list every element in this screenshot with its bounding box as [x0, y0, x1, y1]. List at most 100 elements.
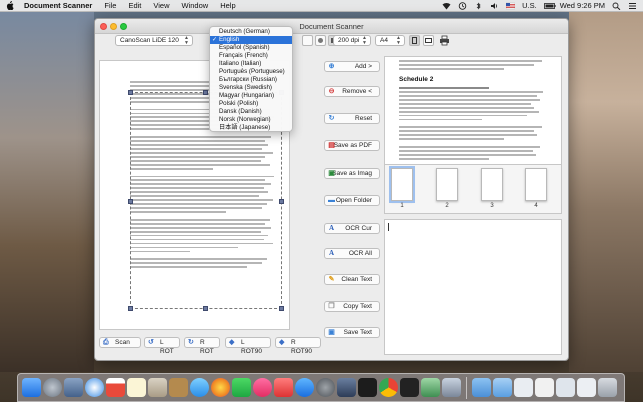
reset-button[interactable]: ↻ Reset: [324, 113, 380, 124]
terminal-icon[interactable]: [358, 378, 377, 397]
input-source-label[interactable]: U.S.: [522, 1, 537, 10]
recent-document-icon[interactable]: [556, 378, 575, 397]
ocr-all-button[interactable]: A OCR All: [324, 248, 380, 259]
facetime-icon[interactable]: [232, 378, 251, 397]
trash-icon[interactable]: [598, 378, 617, 397]
language-button[interactable]: [302, 35, 313, 46]
save-text-button[interactable]: ▣ Save Text: [324, 327, 380, 338]
rotate-right-90-button[interactable]: ◆ R ROT90: [275, 337, 321, 355]
scan-button[interactable]: ⎙ Scan: [99, 337, 141, 348]
page-thumbnail[interactable]: [389, 166, 415, 203]
app-store-icon[interactable]: [295, 378, 314, 397]
time-machine-icon[interactable]: [458, 1, 467, 10]
launchpad-icon[interactable]: [43, 378, 62, 397]
finder-icon[interactable]: [22, 378, 41, 397]
crop-handle-right[interactable]: [279, 199, 284, 204]
unity-icon[interactable]: [400, 378, 419, 397]
language-option-hungarian[interactable]: Magyar (Hungarian): [210, 92, 292, 100]
image-tool-icon[interactable]: [442, 378, 461, 397]
ibooks-icon[interactable]: [274, 378, 293, 397]
recent-document-icon[interactable]: [535, 378, 554, 397]
language-option-norwegian[interactable]: Norsk (Norwegian): [210, 116, 292, 124]
copy-text-button[interactable]: ❐ Copy Text: [324, 301, 380, 312]
language-option-japanese[interactable]: 日本語 (Japanese): [210, 124, 292, 132]
recent-document-icon[interactable]: [514, 378, 533, 397]
crop-handle-left[interactable]: [128, 199, 133, 204]
language-option-swedish[interactable]: Svenska (Swedish): [210, 84, 292, 92]
image-capture-icon[interactable]: [64, 378, 83, 397]
page-thumbnail[interactable]: [481, 168, 503, 201]
menu-file[interactable]: File: [104, 1, 116, 10]
open-folder-button[interactable]: ▬ Open Folder: [324, 195, 380, 206]
rotate-left-button[interactable]: ↺ L ROT: [144, 337, 180, 355]
language-option-portuguese[interactable]: Português (Portuguese): [210, 68, 292, 76]
color-mode-button[interactable]: [315, 35, 326, 46]
crop-handle-bottom-right[interactable]: [279, 306, 284, 311]
rotate-left-90-label: L ROT90: [241, 339, 262, 355]
bluetooth-icon[interactable]: [474, 2, 483, 10]
page-thumbnail[interactable]: [436, 168, 458, 201]
dpi-select[interactable]: 200 dpi ▲ ▼: [333, 35, 371, 46]
calendar-icon[interactable]: [106, 378, 125, 397]
menu-window[interactable]: Window: [182, 1, 209, 10]
spotlight-icon[interactable]: [612, 2, 621, 10]
documents-folder-icon[interactable]: [493, 378, 512, 397]
menu-view[interactable]: View: [153, 1, 169, 10]
language-option-russian[interactable]: Български (Russian): [210, 76, 292, 84]
applications-folder-icon[interactable]: [472, 378, 491, 397]
ocr-current-button[interactable]: A OCR Cur: [324, 223, 380, 234]
menu-edit[interactable]: Edit: [128, 1, 141, 10]
window-titlebar[interactable]: Document Scanner: [95, 19, 568, 34]
crop-handle-bottom-left[interactable]: [128, 306, 133, 311]
contacts-icon[interactable]: [169, 378, 188, 397]
notes-icon[interactable]: [127, 378, 146, 397]
crop-handle-top-left[interactable]: [128, 90, 133, 95]
notification-center-icon[interactable]: [628, 2, 637, 10]
portrait-button[interactable]: [409, 35, 420, 46]
safari-icon[interactable]: [85, 378, 104, 397]
messages-icon[interactable]: [190, 378, 209, 397]
menubar-clock[interactable]: Wed 9:26 PM: [560, 1, 605, 10]
paper-size-select[interactable]: A4 ▲ ▼: [375, 35, 405, 46]
language-option-spanish[interactable]: Español (Spanish): [210, 44, 292, 52]
language-option-french[interactable]: Français (French): [210, 52, 292, 60]
language-option-italian[interactable]: Italiano (Italian): [210, 60, 292, 68]
close-window-button[interactable]: [100, 23, 107, 30]
xcode-icon[interactable]: [337, 378, 356, 397]
remove-button[interactable]: ⊖ Remove <: [324, 86, 380, 97]
language-option-danish[interactable]: Dansk (Danish): [210, 108, 292, 116]
photos-icon[interactable]: [211, 378, 230, 397]
language-option-english[interactable]: ✓ English: [210, 36, 292, 44]
zoom-window-button[interactable]: [120, 23, 127, 30]
crop-handle-bottom[interactable]: [203, 306, 208, 311]
print-icon[interactable]: [439, 35, 450, 46]
landscape-button[interactable]: [423, 35, 434, 46]
scanner-select[interactable]: CanoScan LiDE 120 ▲ ▼: [115, 35, 193, 46]
ocr-text-area[interactable]: [384, 219, 562, 355]
save-as-pdf-button[interactable]: ▤ Save as PDF: [324, 140, 380, 151]
preview-icon[interactable]: [148, 378, 167, 397]
menu-help[interactable]: Help: [220, 1, 235, 10]
wifi-icon[interactable]: [442, 2, 451, 10]
document-scanner-icon[interactable]: [421, 378, 440, 397]
app-name-menu[interactable]: Document Scanner: [24, 1, 92, 10]
flag-us-icon[interactable]: [505, 2, 516, 10]
apple-icon[interactable]: [6, 1, 14, 11]
rotate-left-90-button[interactable]: ◆ L ROT90: [225, 337, 271, 355]
crop-handle-top[interactable]: [203, 90, 208, 95]
page-detail-preview[interactable]: Schedule 2: [384, 56, 562, 176]
language-option-polish[interactable]: Polski (Polish): [210, 100, 292, 108]
chrome-icon[interactable]: [379, 378, 398, 397]
minimize-window-button[interactable]: [110, 23, 117, 30]
volume-icon[interactable]: [490, 2, 499, 10]
add-button[interactable]: ⊕ Add >: [324, 61, 380, 72]
save-as-image-button[interactable]: ▣ Save as Imag: [324, 168, 380, 179]
clean-text-button[interactable]: ✎ Clean Text: [324, 274, 380, 285]
recent-document-icon[interactable]: [577, 378, 596, 397]
battery-icon[interactable]: [543, 2, 556, 10]
rotate-right-button[interactable]: ↻ R ROT: [184, 337, 220, 355]
page-thumbnail[interactable]: [525, 168, 547, 201]
system-preferences-icon[interactable]: [316, 378, 335, 397]
itunes-icon[interactable]: [253, 378, 272, 397]
language-option-german[interactable]: Deutsch (German): [210, 28, 292, 36]
